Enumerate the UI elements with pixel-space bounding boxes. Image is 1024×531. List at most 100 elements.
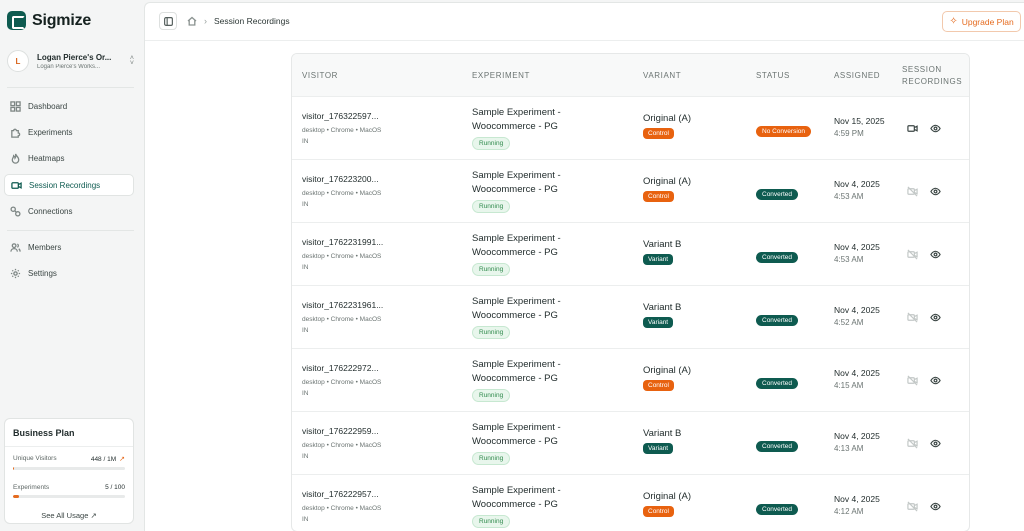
visitor-id[interactable]: visitor_176322597...: [302, 111, 381, 121]
assigned-date: Nov 4, 2025: [834, 179, 880, 189]
experiment-name[interactable]: Sample Experiment - Woocommerce - PG: [472, 232, 582, 260]
upgrade-label: Upgrade Plan: [961, 16, 1014, 27]
eye-icon[interactable]: [930, 312, 941, 326]
upgrade-plan-button[interactable]: ✧ Upgrade Plan: [942, 11, 1021, 32]
sidebar-item-label: Experiments: [28, 127, 73, 137]
experiment-status-badge: Running: [472, 389, 511, 402]
assigned-date: Nov 15, 2025: [834, 116, 885, 126]
experiment-name[interactable]: Sample Experiment - Woocommerce - PG: [472, 169, 582, 197]
experiment-status-badge: Running: [472, 515, 511, 528]
experiment-cell: Sample Experiment - Woocommerce - PG Run…: [472, 106, 582, 150]
visitor-country: IN: [302, 516, 309, 523]
recording-actions: [907, 249, 941, 263]
visitor-meta: desktop • Chrome • MacOS: [302, 127, 382, 134]
eye-icon[interactable]: [930, 438, 941, 452]
home-icon[interactable]: [187, 16, 197, 26]
variant-badge: Control: [643, 380, 674, 391]
visitor-id[interactable]: visitor_176223200...: [302, 174, 381, 184]
table-body: visitor_176322597... desktop • Chrome • …: [292, 97, 969, 531]
sidebar-item-session-recordings[interactable]: Session Recordings: [4, 174, 134, 196]
table-row[interactable]: visitor_1762231961... desktop • Chrome •…: [292, 286, 969, 349]
visitor-country: IN: [302, 201, 309, 208]
experiment-name[interactable]: Sample Experiment - Woocommerce - PG: [472, 295, 582, 323]
panel-left-icon: [163, 16, 173, 26]
video-off-icon[interactable]: [907, 249, 918, 263]
assigned-cell: Nov 4, 2025 4:53 AM: [834, 179, 880, 201]
see-all-usage-link[interactable]: See All Usage ↗: [13, 511, 125, 520]
sidebar-item-connections[interactable]: Connections: [4, 200, 134, 222]
sidebar-item-label: Members: [28, 242, 62, 252]
experiment-cell: Sample Experiment - Woocommerce - PG Run…: [472, 484, 582, 528]
experiment-cell: Sample Experiment - Woocommerce - PG Run…: [472, 358, 582, 402]
experiment-name[interactable]: Sample Experiment - Woocommerce - PG: [472, 484, 582, 512]
video-off-icon[interactable]: [907, 438, 918, 452]
visitor-id[interactable]: visitor_176222957...: [302, 489, 381, 499]
table-row[interactable]: visitor_176222957... desktop • Chrome • …: [292, 475, 969, 531]
col-visitor: VISITOR: [302, 71, 339, 80]
table-row[interactable]: visitor_176322597... desktop • Chrome • …: [292, 97, 969, 160]
table-row[interactable]: visitor_176223200... desktop • Chrome • …: [292, 160, 969, 223]
workspace-avatar: L: [7, 50, 29, 72]
experiment-status-badge: Running: [472, 263, 511, 276]
visitor-cell: visitor_176322597... desktop • Chrome • …: [302, 111, 381, 145]
video-off-icon[interactable]: [907, 186, 918, 200]
workspace-name: Logan Pierce's Or...: [37, 52, 112, 62]
assigned-time: 4:12 AM: [834, 507, 864, 516]
visitor-cell: visitor_176223200... desktop • Chrome • …: [302, 174, 381, 208]
assigned-time: 4:13 AM: [834, 444, 864, 453]
sidebar-item-dashboard[interactable]: Dashboard: [4, 95, 134, 117]
assigned-time: 4:53 AM: [834, 255, 864, 264]
visitor-id[interactable]: visitor_1762231991...: [302, 237, 383, 247]
dashboard-icon: [10, 100, 21, 112]
eye-icon[interactable]: [930, 375, 941, 389]
sidebar-item-experiments[interactable]: Experiments: [4, 121, 134, 143]
brand[interactable]: Sigmize: [7, 11, 91, 30]
col-variant: VARIANT: [643, 71, 682, 80]
video-off-icon[interactable]: [907, 375, 918, 389]
experiment-cell: Sample Experiment - Woocommerce - PG Run…: [472, 421, 582, 465]
sidebar-item-heatmaps[interactable]: Heatmaps: [4, 147, 134, 169]
visitor-id[interactable]: visitor_1762231961...: [302, 300, 383, 310]
visitor-country: IN: [302, 453, 309, 460]
eye-icon[interactable]: [930, 501, 941, 515]
visitor-country: IN: [302, 264, 309, 271]
table-row[interactable]: visitor_176222959... desktop • Chrome • …: [292, 412, 969, 475]
plan-card: Business Plan Unique Visitors 448 / 1M ↗ …: [4, 418, 134, 524]
status-cell: Converted: [756, 248, 798, 263]
table-row[interactable]: visitor_1762231991... desktop • Chrome •…: [292, 223, 969, 286]
video-off-icon[interactable]: [907, 501, 918, 515]
experiments-value: 5 / 100: [105, 484, 125, 491]
experiment-name[interactable]: Sample Experiment - Woocommerce - PG: [472, 106, 582, 134]
sidebar-item-settings[interactable]: Settings: [4, 262, 134, 284]
experiment-cell: Sample Experiment - Woocommerce - PG Run…: [472, 295, 582, 339]
workspace-switcher[interactable]: L Logan Pierce's Or... Logan Pierce's Wo…: [7, 48, 134, 74]
visitor-country: IN: [302, 138, 309, 145]
variant-name: Original (A): [643, 365, 692, 376]
eye-icon[interactable]: [930, 123, 941, 137]
eye-icon[interactable]: [930, 186, 941, 200]
variant-name: Variant B: [643, 239, 682, 250]
eye-icon[interactable]: [930, 249, 941, 263]
puzzle-icon: [10, 127, 21, 138]
visitors-progress-bar: [13, 467, 125, 470]
sidebar-toggle-button[interactable]: [159, 12, 177, 30]
col-status: STATUS: [756, 71, 790, 80]
status-cell: Converted: [756, 311, 798, 326]
experiment-name[interactable]: Sample Experiment - Woocommerce - PG: [472, 358, 582, 386]
visitor-meta: desktop • Chrome • MacOS: [302, 442, 382, 449]
visitor-meta: desktop • Chrome • MacOS: [302, 253, 382, 260]
experiment-status-badge: Running: [472, 200, 511, 213]
video-icon[interactable]: [907, 123, 918, 137]
video-off-icon[interactable]: [907, 312, 918, 326]
users-icon: [10, 242, 21, 253]
variant-name: Original (A): [643, 491, 692, 502]
sidebar-item-members[interactable]: Members: [4, 236, 134, 258]
sidebar-item-label: Heatmaps: [28, 153, 65, 163]
col-experiment: EXPERIMENT: [472, 71, 531, 80]
visitor-id[interactable]: visitor_176222972...: [302, 363, 381, 373]
table-row[interactable]: visitor_176222972... desktop • Chrome • …: [292, 349, 969, 412]
main-panel: › Session Recordings ✧ Upgrade Plan VISI…: [144, 2, 1024, 531]
visitor-cell: visitor_1762231991... desktop • Chrome •…: [302, 237, 383, 271]
experiment-name[interactable]: Sample Experiment - Woocommerce - PG: [472, 421, 582, 449]
visitor-id[interactable]: visitor_176222959...: [302, 426, 381, 436]
